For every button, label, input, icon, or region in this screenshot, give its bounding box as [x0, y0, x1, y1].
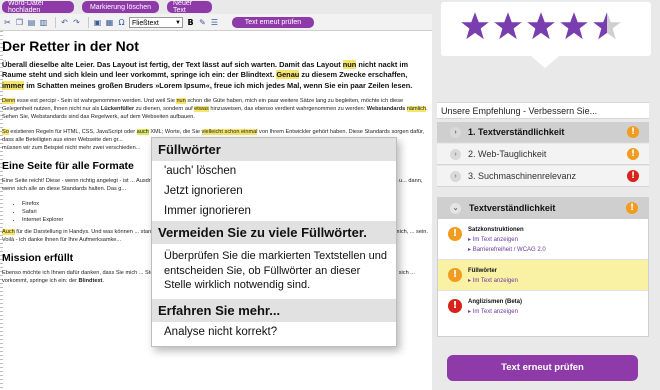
rating-box [441, 2, 651, 56]
special-char-icon[interactable]: Ω [117, 18, 126, 27]
bold-icon[interactable]: B [186, 18, 195, 27]
show-in-text-link[interactable]: ▸ Im Text anzeigen [468, 235, 648, 245]
editor-toolbar: ✂ ❐ ▤ ▥ ↶ ↷ ▣ ▦ Ω Fließtext ▼ B ✎ ☰ Text… [0, 14, 432, 31]
error-icon: ! [448, 299, 462, 313]
new-text-button[interactable]: Neuer Text [167, 0, 212, 14]
warning-icon: ! [448, 227, 462, 241]
star-icon [494, 12, 522, 40]
star-icon [461, 12, 489, 40]
recheck-button[interactable]: Text erneut prüfen [447, 355, 638, 381]
check-title: Füllwörter [468, 268, 498, 274]
toolbar-divider [55, 16, 56, 28]
accessibility-link[interactable]: ▸ Barrierefreiheit / WCAG 2.0 [468, 245, 648, 255]
format-select[interactable]: Fließtext ▼ [129, 16, 183, 28]
paste-icon[interactable]: ▤ [27, 18, 36, 27]
recommendation-title: Unsere Empfehlung - Verbessern Sie... [437, 102, 649, 119]
upload-word-button[interactable]: Word-Datei hochladen [2, 0, 74, 14]
context-menu-hint: Überprüfen Sie die markierten Textstelle… [164, 250, 387, 291]
readability-header[interactable]: ⌄ Textverständlichkeit ! [438, 198, 648, 219]
context-menu-heading: Vermeiden Sie zu viele Füllwörter. [152, 221, 396, 244]
redo-icon[interactable]: ↷ [72, 18, 81, 27]
reco-item-label: 2. Web-Tauglichkeit [468, 149, 547, 159]
analysis-incorrect-item[interactable]: Analyse nicht korrekt? [152, 322, 396, 342]
delete-word-item[interactable]: 'auch' löschen [152, 161, 396, 181]
reco-item-readability[interactable]: › 1. Textverständlichkeit ! [437, 122, 649, 143]
show-in-text-link[interactable]: ▸ Im Text anzeigen [468, 307, 648, 317]
warning-icon: ! [448, 268, 462, 282]
undo-icon[interactable]: ↶ [60, 18, 69, 27]
reco-item-label: 1. Textverständlichkeit [468, 127, 565, 137]
clear-marking-button[interactable]: Markierung löschen [82, 1, 159, 13]
readability-panel: ⌄ Textverständlichkeit ! ! Satzkonstrukt… [437, 197, 649, 337]
ignore-now-item[interactable]: Jetzt ignorieren [152, 181, 396, 201]
check-anglicisms: ! Anglizismen (Beta) ▸ Im Text anzeigen [438, 291, 648, 321]
paragraph-intro: Überall dieselbe alte Leier. Das Layout … [2, 60, 413, 90]
reco-item-web[interactable]: › 2. Web-Tauglichkeit ! [437, 144, 649, 165]
warning-icon: ! [626, 202, 638, 214]
toolbar-divider [88, 16, 89, 28]
panel-title: Textverständlichkeit [469, 203, 556, 213]
format-select-value: Fließtext [132, 19, 159, 27]
image-icon[interactable]: ▣ [93, 18, 102, 27]
ignore-always-item[interactable]: Immer ignorieren [152, 201, 396, 221]
star-rating [460, 11, 622, 41]
star-icon [527, 12, 555, 40]
paragraph: Denn esse est percipi - Sein ist wahrgen… [2, 97, 428, 121]
copy-icon[interactable]: ❐ [15, 18, 24, 27]
chevron-down-icon: ▼ [175, 19, 181, 26]
half-star-icon [593, 12, 621, 40]
pencil-icon[interactable]: ✎ [198, 18, 207, 27]
check-title: Anglizismen (Beta) [468, 299, 523, 305]
star-icon [560, 12, 588, 40]
reco-item-label: 3. Suchmaschinenrelevanz [468, 171, 577, 181]
check-title: Satzkonstruktionen [468, 227, 524, 233]
context-menu-heading: Füllwörter [152, 138, 396, 161]
error-icon: ! [627, 170, 639, 182]
top-button-bar: Word-Datei hochladen Markierung löschen … [2, 0, 212, 14]
document-title: Der Retter in der Not [2, 38, 139, 54]
rating-pointer [531, 56, 559, 68]
table-icon[interactable]: ▦ [105, 18, 114, 27]
recheck-top-button[interactable]: Text erneut prüfen [232, 16, 314, 28]
warning-icon: ! [627, 126, 639, 138]
context-menu-heading: Erfahren Sie mehr... [152, 298, 396, 322]
chevron-down-icon: ⌄ [450, 203, 461, 214]
list-icon[interactable]: ☰ [210, 18, 219, 27]
chevron-right-icon: › [450, 149, 461, 160]
warning-icon: ! [627, 148, 639, 160]
check-filler-words: ! Füllwörter ▸ Im Text anzeigen [438, 260, 648, 291]
spellcheck-context-menu: Füllwörter 'auch' löschen Jetzt ignorier… [151, 137, 397, 347]
reco-item-seo[interactable]: › 3. Suchmaschinenrelevanz ! [437, 166, 649, 187]
chevron-right-icon: › [450, 171, 461, 182]
cut-icon[interactable]: ✂ [3, 18, 12, 27]
paste-text-icon[interactable]: ▥ [39, 18, 48, 27]
chevron-right-icon: › [450, 127, 461, 138]
check-sentence-structure: ! Satzkonstruktionen ▸ Im Text anzeigen … [438, 219, 648, 260]
show-in-text-link[interactable]: ▸ Im Text anzeigen [468, 276, 648, 286]
